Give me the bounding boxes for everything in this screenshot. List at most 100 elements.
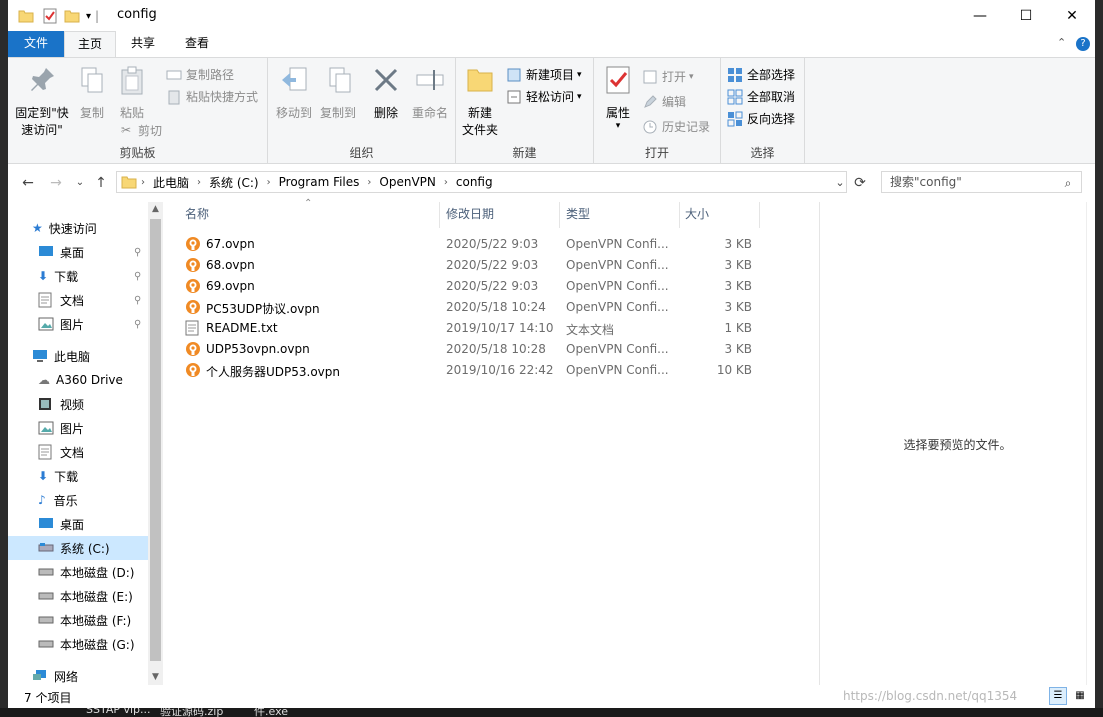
column-divider[interactable]: [439, 202, 440, 228]
edit-button[interactable]: 编辑: [642, 93, 686, 110]
breadcrumb-this-pc[interactable]: 此电脑: [153, 174, 189, 191]
delete-button[interactable]: 删除: [368, 64, 404, 122]
minimize-button[interactable]: —: [957, 0, 1003, 31]
ribbon: 固定到"快 速访问" 复制 粘贴 复制路径 粘贴快捷方式 ✂ 剪切 剪贴板 移动…: [8, 57, 1095, 164]
column-name-header[interactable]: 名称: [185, 202, 209, 228]
recent-locations-icon[interactable]: ⌄: [70, 173, 90, 193]
move-to-button[interactable]: 移动到: [274, 64, 314, 122]
file-row[interactable]: 个人服务器UDP53.ovpn 2019/10/16 22:42 OpenVPN C…: [163, 360, 819, 381]
copy-label: 复制: [79, 106, 104, 120]
breadcrumb-openvpn[interactable]: OpenVPN: [379, 175, 435, 189]
address-dropdown-icon[interactable]: ⌄: [830, 173, 850, 193]
column-type-header[interactable]: 类型: [566, 202, 590, 228]
refresh-icon[interactable]: ⟳: [850, 173, 870, 193]
file-size: 3 KB: [724, 237, 752, 251]
breadcrumb-c-drive[interactable]: 系统 (C:): [209, 174, 259, 191]
properties-icon[interactable]: [42, 8, 58, 24]
invert-selection-button[interactable]: 反向选择: [727, 110, 795, 127]
column-date-header[interactable]: 修改日期: [446, 202, 494, 228]
maximize-button[interactable]: ☐: [1003, 0, 1049, 31]
music-icon: ♪: [38, 493, 46, 507]
new-item-button[interactable]: 新建项目 ▾: [506, 66, 582, 83]
forward-arrow-icon[interactable]: →: [46, 173, 66, 193]
rename-button[interactable]: 重命名: [408, 64, 452, 122]
details-view-icon[interactable]: ☰: [1049, 687, 1067, 705]
explorer-window: ▾ | config — ☐ ✕ 文件 主页 共享 查看 ⌃ ? 固定到"快 速…: [8, 0, 1095, 708]
window-title: config: [117, 7, 157, 22]
easy-access-button[interactable]: 轻松访问 ▾: [506, 88, 582, 105]
breadcrumb-program-files[interactable]: Program Files: [279, 175, 360, 189]
select-all-icon: [728, 67, 742, 82]
new-folder-icon[interactable]: [64, 8, 80, 24]
column-divider[interactable]: [679, 202, 680, 228]
title-bar: ▾ | config — ☐ ✕: [8, 0, 1095, 31]
address-row: ← → ⌄ ↑ › 此电脑 › 系统 (C:) › Program Files …: [8, 164, 1095, 202]
file-type: OpenVPN Confi...: [566, 237, 669, 251]
file-type: OpenVPN Confi...: [566, 258, 669, 272]
back-arrow-icon[interactable]: ←: [18, 173, 38, 193]
tab-view[interactable]: 查看: [172, 31, 222, 57]
collapse-ribbon-icon[interactable]: ⌃: [1057, 36, 1066, 49]
copy-to-button[interactable]: 复制到: [318, 64, 358, 122]
file-row[interactable]: README.txt 2019/10/17 14:10 文本文档 1 KB: [163, 318, 819, 339]
close-button[interactable]: ✕: [1049, 0, 1095, 31]
pin-quick-access-button[interactable]: 固定到"快 速访问": [14, 64, 70, 139]
taskbar-item[interactable]: SSTAP vip...: [86, 708, 151, 716]
paste-shortcut-button[interactable]: 粘贴快捷方式: [166, 88, 258, 105]
tab-file[interactable]: 文件: [8, 31, 64, 57]
scroll-up-icon[interactable]: ▲: [148, 202, 163, 217]
nav-c-drive[interactable]: 系统 (C:): [8, 536, 148, 560]
large-icons-view-icon[interactable]: ▦: [1071, 687, 1089, 705]
file-row[interactable]: 68.ovpn 2020/5/22 9:03 OpenVPN Confi... 3 K…: [163, 255, 819, 276]
scroll-down-icon[interactable]: ▼: [148, 670, 163, 685]
up-arrow-icon[interactable]: ↑: [91, 173, 111, 193]
paste-button[interactable]: 粘贴: [114, 64, 150, 122]
file-name: 67.ovpn: [206, 237, 255, 251]
file-row[interactable]: 69.ovpn 2020/5/22 9:03 OpenVPN Confi... 3 K…: [163, 276, 819, 297]
preview-edge: [1086, 202, 1095, 685]
select-all-button[interactable]: 全部选择: [727, 66, 795, 83]
customize-dropdown-icon[interactable]: ▾: [86, 11, 91, 22]
taskbar-item[interactable]: 件.exe: [254, 708, 288, 717]
breadcrumb-separator[interactable]: ›: [267, 177, 271, 188]
new-folder-button[interactable]: 新建 文件夹: [458, 64, 502, 139]
history-button[interactable]: 历史记录: [642, 118, 710, 135]
search-input[interactable]: 搜索"config": [881, 171, 1082, 193]
breadcrumb-separator[interactable]: ›: [197, 177, 201, 188]
copy-to-label: 复制到: [319, 106, 356, 120]
open-button[interactable]: 打开 ▾: [642, 68, 694, 85]
nav-label: 网络: [54, 669, 79, 684]
breadcrumb-separator[interactable]: ›: [444, 177, 448, 188]
search-icon[interactable]: ⌕: [1058, 173, 1078, 193]
properties-button[interactable]: 属性 ▾: [598, 64, 638, 131]
easy-access-icon: [507, 90, 521, 103]
column-divider[interactable]: [759, 202, 760, 228]
invert-selection-label: 反向选择: [747, 112, 796, 126]
breadcrumb-separator[interactable]: ›: [367, 177, 371, 188]
drive-icon: [38, 616, 54, 624]
breadcrumb-config[interactable]: config: [456, 175, 493, 189]
status-bar: 7 个项目 https://blog.csdn.net/qq1354 ☰ ▦: [8, 685, 1095, 708]
column-divider[interactable]: [559, 202, 560, 228]
tab-home[interactable]: 主页: [64, 31, 116, 57]
file-row[interactable]: UDP53ovpn.ovpn 2020/5/18 10:28 OpenVPN Con…: [163, 339, 819, 360]
nav-scrollbar-thumb[interactable]: [150, 219, 161, 661]
taskbar-item[interactable]: 验证源码.zip: [160, 708, 223, 717]
help-icon[interactable]: ?: [1076, 37, 1090, 51]
file-row[interactable]: PC53UDP协议.ovpn 2020/5/18 10:24 OpenVPN Con…: [163, 297, 819, 318]
copy-path-button[interactable]: 复制路径: [166, 66, 234, 83]
sort-ascending-icon: ⌃: [304, 198, 313, 209]
copy-button[interactable]: 复制: [74, 64, 110, 122]
folder-icon[interactable]: [18, 8, 34, 24]
nav-scrollbar[interactable]: ▲ ▼: [148, 202, 163, 685]
openvpn-file-icon: [185, 299, 201, 318]
select-none-button[interactable]: 全部取消: [727, 88, 795, 105]
file-row[interactable]: 67.ovpn 2020/5/22 9:03 OpenVPN Confi... 3 K…: [163, 234, 819, 255]
nav-label: 快速访问: [48, 221, 97, 236]
breadcrumb-separator[interactable]: ›: [141, 177, 145, 188]
cut-button[interactable]: ✂ 剪切: [118, 122, 162, 139]
column-size-header[interactable]: 大小: [685, 202, 709, 228]
address-bar[interactable]: › 此电脑 › 系统 (C:) › Program Files › OpenVP…: [116, 171, 847, 193]
pin-icon: ⚲: [134, 318, 142, 330]
tab-share[interactable]: 共享: [120, 31, 166, 57]
